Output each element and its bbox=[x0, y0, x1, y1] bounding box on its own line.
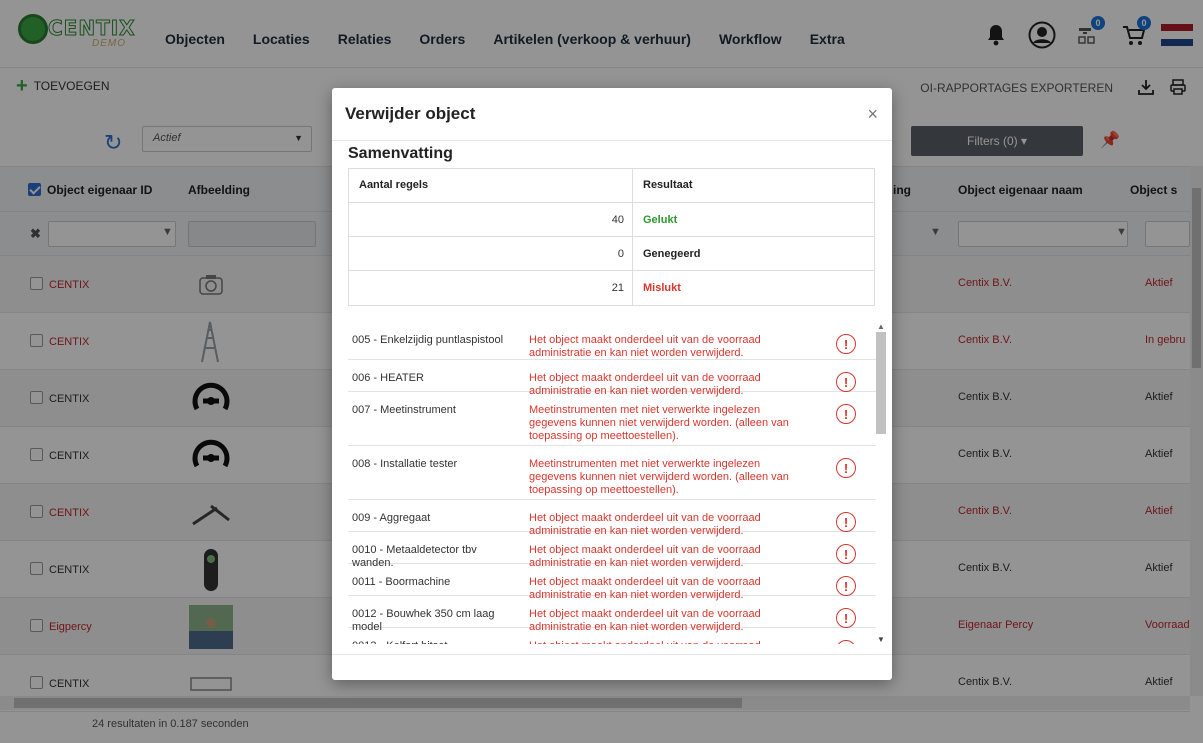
object-name: 0011 - Boormachine bbox=[352, 576, 451, 588]
error-list-item: 007 - Meetinstrument Meetinstrumenten met… bbox=[348, 392, 876, 446]
error-list-item: 0013 - Kelfort bitset Het object maakt on… bbox=[348, 628, 876, 644]
object-name: 007 - Meetinstrument bbox=[352, 404, 456, 416]
alert-icon[interactable]: ! bbox=[836, 512, 856, 532]
summary-result-failed: Mislukt bbox=[643, 282, 681, 294]
summary-count: 0 bbox=[617, 248, 624, 260]
alert-icon[interactable]: ! bbox=[836, 334, 856, 354]
error-list[interactable]: 005 - Enkelzijdig puntlaspistool Het obje… bbox=[348, 322, 876, 644]
error-list-item: 0012 - Bouwhek 350 cm laag model Het obje… bbox=[348, 596, 876, 633]
summary-heading: Samenvatting bbox=[348, 145, 453, 162]
summary-header-row: Aantal regels Resultaat bbox=[349, 169, 874, 203]
error-list-item: 008 - Installatie tester Meetinstrumenten… bbox=[348, 446, 876, 500]
alert-icon[interactable]: ! bbox=[836, 640, 856, 644]
error-list-scrollbar[interactable]: ▲ ▼ bbox=[874, 322, 888, 644]
dialog-title: Verwijder object bbox=[345, 104, 476, 123]
summary-cell: Aantal regels bbox=[349, 169, 633, 202]
divider bbox=[332, 140, 892, 141]
summary-cell: 40 bbox=[349, 203, 633, 236]
error-message: Meetinstrumenten met niet verwerkte inge… bbox=[529, 404, 789, 442]
object-name: 009 - Aggregaat bbox=[352, 512, 431, 524]
divider bbox=[332, 654, 892, 655]
error-list-item: 005 - Enkelzijdig puntlaspistool Het obje… bbox=[348, 322, 876, 360]
summary-header-result: Resultaat bbox=[643, 179, 693, 191]
error-list-item: 006 - HEATER Het object maakt onderdeel u… bbox=[348, 360, 876, 397]
object-name: 0013 - Kelfort bitset bbox=[352, 640, 512, 644]
summary-cell: 21 bbox=[349, 271, 633, 305]
object-name: 006 - HEATER bbox=[352, 372, 424, 384]
error-message: Het object maakt onderdeel uit van de vo… bbox=[529, 334, 761, 359]
alert-icon[interactable]: ! bbox=[836, 608, 856, 628]
alert-icon[interactable]: ! bbox=[836, 458, 856, 478]
summary-header-count: Aantal regels bbox=[359, 179, 429, 191]
summary-row: 0 Genegeerd bbox=[349, 237, 874, 271]
alert-icon[interactable]: ! bbox=[836, 372, 856, 392]
scroll-up-icon[interactable]: ▲ bbox=[877, 322, 885, 331]
scroll-down-icon[interactable]: ▼ bbox=[877, 635, 885, 644]
summary-table: Aantal regels Resultaat 40 Gelukt 0 Gene… bbox=[348, 168, 875, 306]
scrollbar-thumb[interactable] bbox=[876, 332, 886, 434]
summary-row: 21 Mislukt bbox=[349, 271, 874, 305]
error-list-item: 009 - Aggregaat Het object maakt onderdee… bbox=[348, 500, 876, 537]
alert-icon[interactable]: ! bbox=[836, 544, 856, 564]
summary-row: 40 Gelukt bbox=[349, 203, 874, 237]
object-name: 008 - Installatie tester bbox=[352, 458, 458, 470]
error-list-item: 0011 - Boormachine Het object maakt onder… bbox=[348, 564, 876, 601]
error-message: Meetinstrumenten met niet verwerkte inge… bbox=[529, 458, 789, 496]
alert-icon[interactable]: ! bbox=[836, 404, 856, 424]
summary-result-ignored: Genegeerd bbox=[643, 248, 701, 260]
delete-object-dialog: Verwijder object × Samenvatting Aantal r… bbox=[332, 88, 892, 680]
close-icon[interactable]: × bbox=[867, 104, 878, 125]
summary-result-success: Gelukt bbox=[643, 214, 678, 226]
summary-cell: 0 bbox=[349, 237, 633, 270]
summary-count: 21 bbox=[611, 282, 624, 294]
error-list-item: 0010 - Metaaldetector tbv wanden. Het obj… bbox=[348, 532, 876, 569]
object-name: 005 - Enkelzijdig puntlaspistool bbox=[352, 334, 504, 346]
summary-count: 40 bbox=[611, 214, 624, 226]
alert-icon[interactable]: ! bbox=[836, 576, 856, 596]
error-message: Het object maakt onderdeel uit van de vo… bbox=[529, 640, 789, 644]
